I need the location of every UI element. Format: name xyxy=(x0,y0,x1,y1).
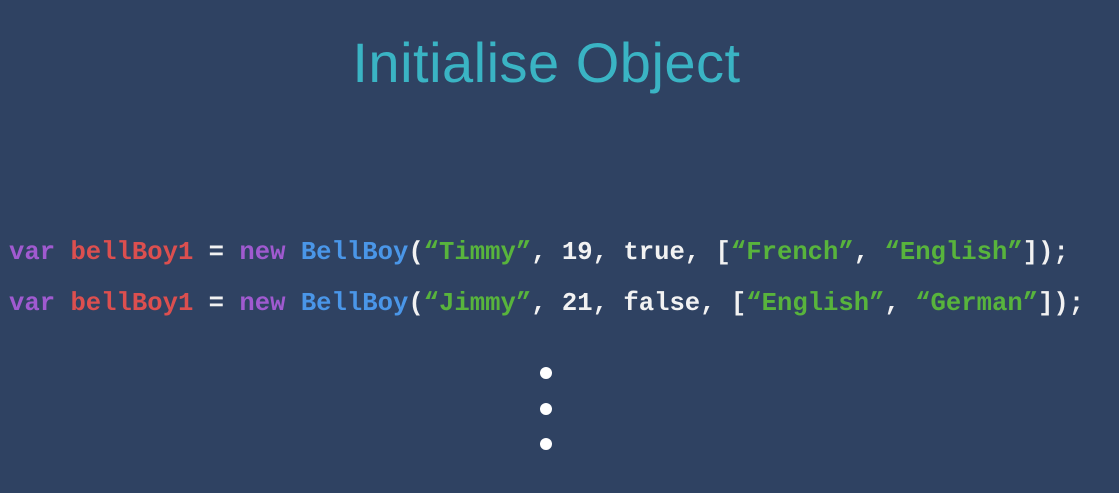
code-token-plain: , xyxy=(853,238,885,267)
ellipsis-dot xyxy=(540,403,552,415)
code-token-plain: ]); xyxy=(1038,289,1085,318)
ellipsis-dot xyxy=(540,438,552,450)
code-token-plain: ( xyxy=(408,238,424,267)
ellipsis-dot xyxy=(540,367,552,379)
code-token-plain: = xyxy=(193,238,240,267)
code-token-plain: = xyxy=(193,289,240,318)
slide-title: Initialise Object xyxy=(352,31,741,94)
code-token-plain: ]); xyxy=(1022,238,1069,267)
code-token-plain: , 19, true, [ xyxy=(531,238,731,267)
code-token-string: “French” xyxy=(730,238,854,267)
code-token-string: “Timmy” xyxy=(423,238,532,267)
code-token-string: “Jimmy” xyxy=(423,289,532,318)
code-token-keyword: new xyxy=(239,238,286,267)
code-line-2: var bellBoy1 = new BellBoy(“Jimmy”, 21, … xyxy=(9,289,1084,318)
code-token-variable: bellBoy1 xyxy=(70,238,194,267)
code-token-string: “English” xyxy=(746,289,885,318)
code-token-keyword: var xyxy=(9,238,56,267)
code-token-class: BellBoy xyxy=(300,238,409,267)
code-token-string: “German” xyxy=(915,289,1039,318)
code-line-1: var bellBoy1 = new BellBoy(“Timmy”, 19, … xyxy=(9,238,1069,267)
code-token-string: “English” xyxy=(884,238,1023,267)
code-token-keyword: new xyxy=(239,289,286,318)
code-token-variable: bellBoy1 xyxy=(70,289,194,318)
code-token-plain: , xyxy=(884,289,916,318)
code-token-class: BellBoy xyxy=(300,289,409,318)
code-token-keyword: var xyxy=(9,289,56,318)
code-token-plain: ( xyxy=(408,289,424,318)
code-token-plain: , 21, false, [ xyxy=(531,289,747,318)
